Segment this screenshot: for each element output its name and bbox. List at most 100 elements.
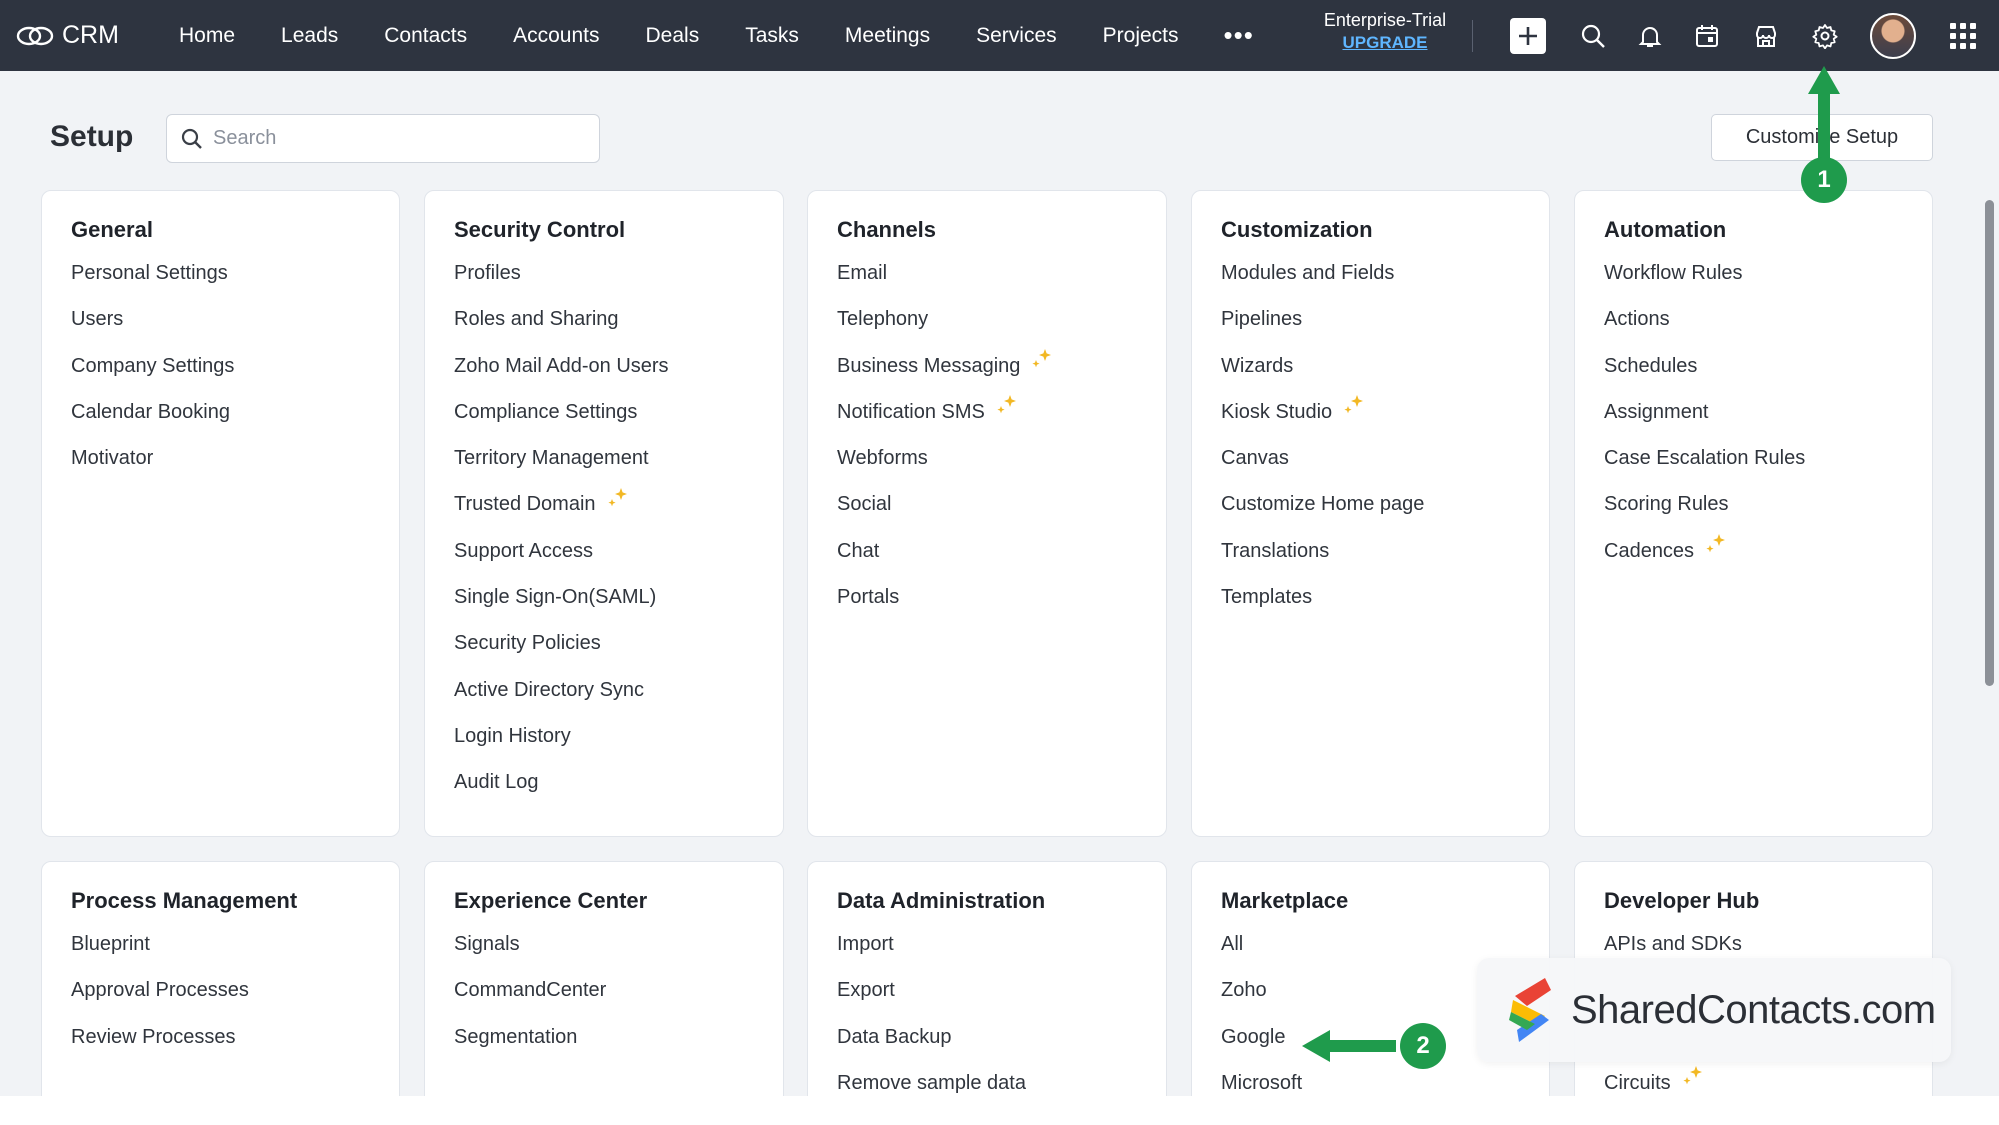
setup-link-export[interactable]: Export — [837, 967, 1137, 1013]
nav-deals[interactable]: Deals — [623, 0, 723, 71]
annotation-arrow-left — [1302, 1030, 1396, 1062]
setup-link-roles-and-sharing[interactable]: Roles and Sharing — [454, 296, 754, 342]
card-title: Marketplace — [1221, 888, 1349, 913]
setup-link-calendar-booking[interactable]: Calendar Booking — [71, 389, 370, 435]
setup-link-customize-home-page[interactable]: Customize Home page — [1221, 481, 1520, 527]
nav-contacts[interactable]: Contacts — [361, 0, 490, 71]
card-data-administration: Data Administration Import Export Data B… — [807, 861, 1167, 1125]
setup-link-actions[interactable]: Actions — [1604, 296, 1903, 342]
setup-link-personal-settings[interactable]: Personal Settings — [71, 250, 370, 296]
setup-link-wizards[interactable]: Wizards — [1221, 343, 1520, 389]
setup-link-canvas[interactable]: Canvas — [1221, 435, 1520, 481]
sparkle-icon — [607, 487, 627, 506]
setup-link-zoho-mail-addon-users[interactable]: Zoho Mail Add-on Users — [454, 343, 754, 389]
card-general: General Personal Settings Users Company … — [41, 190, 400, 837]
brand-name: CRM — [62, 21, 119, 49]
setup-link-audit-log[interactable]: Audit Log — [454, 759, 754, 805]
marketplace-button[interactable] — [1752, 22, 1780, 50]
setup-button[interactable] — [1811, 22, 1839, 50]
nav-meetings[interactable]: Meetings — [822, 0, 953, 71]
setup-link-cadences[interactable]: Cadences — [1604, 528, 1903, 574]
setup-link-marketplace-zoho[interactable]: Zoho — [1221, 967, 1520, 1013]
upgrade-link[interactable]: UPGRADE — [1300, 33, 1470, 53]
setup-link-approval-processes[interactable]: Approval Processes — [71, 967, 370, 1013]
card-title: Developer Hub — [1604, 888, 1760, 913]
setup-link-import[interactable]: Import — [837, 921, 1137, 967]
sparkle-icon — [1032, 348, 1052, 367]
setup-link-social[interactable]: Social — [837, 481, 1137, 527]
setup-link-motivator[interactable]: Motivator — [71, 435, 370, 481]
setup-link-email[interactable]: Email — [837, 250, 1137, 296]
card-channels: Channels Email Telephony Business Messag… — [807, 190, 1167, 837]
card-title: Data Administration — [837, 888, 1046, 913]
setup-link-schedules[interactable]: Schedules — [1604, 343, 1903, 389]
card-automation: Automation Workflow Rules Actions Schedu… — [1574, 190, 1933, 837]
setup-link-scoring-rules[interactable]: Scoring Rules — [1604, 481, 1903, 527]
setup-link-pipelines[interactable]: Pipelines — [1221, 296, 1520, 342]
add-icon — [1519, 27, 1537, 45]
annotation-badge-1: 1 — [1801, 157, 1847, 203]
scrollbar-thumb[interactable] — [1985, 200, 1994, 686]
setup-link-assignment[interactable]: Assignment — [1604, 389, 1903, 435]
crm-logo-icon — [16, 26, 54, 45]
setup-link-support-access[interactable]: Support Access — [454, 528, 754, 574]
nav-projects[interactable]: Projects — [1080, 0, 1202, 71]
setup-link-signals[interactable]: Signals — [454, 921, 754, 967]
setup-link-kiosk-studio[interactable]: Kiosk Studio — [1221, 389, 1520, 435]
setup-link-notification-sms[interactable]: Notification SMS — [837, 389, 1137, 435]
setup-link-business-messaging[interactable]: Business Messaging — [837, 343, 1137, 389]
setup-link-compliance-settings[interactable]: Compliance Settings — [454, 389, 754, 435]
setup-link-templates[interactable]: Templates — [1221, 574, 1520, 620]
bottom-strip — [0, 1096, 1999, 1125]
search-button[interactable] — [1579, 22, 1607, 50]
nav-leads[interactable]: Leads — [258, 0, 361, 71]
setup-link-territory-management[interactable]: Territory Management — [454, 435, 754, 481]
setup-link-blueprint[interactable]: Blueprint — [71, 921, 370, 967]
add-button[interactable] — [1510, 18, 1546, 54]
card-title: Channels — [837, 217, 937, 242]
setup-link-users[interactable]: Users — [71, 296, 370, 342]
nav-home[interactable]: Home — [156, 0, 258, 71]
setup-link-security-policies[interactable]: Security Policies — [454, 620, 754, 666]
calendar-button[interactable] — [1693, 22, 1721, 50]
setup-link-trusted-domain[interactable]: Trusted Domain — [454, 481, 754, 527]
setup-link-translations[interactable]: Translations — [1221, 528, 1520, 574]
main-nav: Home Leads Contacts Accounts Deals Tasks… — [156, 0, 1276, 71]
setup-link-modules-and-fields[interactable]: Modules and Fields — [1221, 250, 1520, 296]
brand[interactable]: CRM — [16, 21, 156, 51]
setup-link-webforms[interactable]: Webforms — [837, 435, 1137, 481]
setup-link-commandcenter[interactable]: CommandCenter — [454, 967, 754, 1013]
setup-link-marketplace-all[interactable]: All — [1221, 921, 1520, 967]
nav-services[interactable]: Services — [953, 0, 1080, 71]
user-avatar[interactable] — [1870, 13, 1916, 59]
annotation-badge-2: 2 — [1400, 1023, 1446, 1069]
setup-link-portals[interactable]: Portals — [837, 574, 1137, 620]
sparkle-icon — [1706, 533, 1726, 553]
nav-accounts[interactable]: Accounts — [490, 0, 622, 71]
gear-icon — [1812, 24, 1838, 49]
nav-tasks[interactable]: Tasks — [722, 0, 822, 71]
setup-link-login-history[interactable]: Login History — [454, 713, 754, 759]
setup-link-active-directory-sync[interactable]: Active Directory Sync — [454, 667, 754, 713]
setup-link-workflow-rules[interactable]: Workflow Rules — [1604, 250, 1903, 296]
search-icon — [1581, 24, 1605, 48]
marketplace-icon — [1756, 26, 1776, 47]
nav-more-button[interactable]: ••• — [1202, 20, 1276, 51]
setup-link-chat[interactable]: Chat — [837, 528, 1137, 574]
card-customization: Customization Modules and Fields Pipelin… — [1191, 190, 1550, 837]
setup-link-company-settings[interactable]: Company Settings — [71, 343, 370, 389]
setup-link-case-escalation-rules[interactable]: Case Escalation Rules — [1604, 435, 1903, 481]
search-input[interactable] — [213, 127, 583, 150]
sharedcontacts-logo-icon — [1509, 978, 1551, 1042]
top-nav-bar: CRM Home Leads Contacts Accounts Deals T… — [0, 0, 1999, 71]
setup-link-segmentation[interactable]: Segmentation — [454, 1014, 754, 1060]
setup-link-profiles[interactable]: Profiles — [454, 250, 754, 296]
search-field[interactable] — [166, 114, 600, 163]
card-experience-center: Experience Center Signals CommandCenter … — [424, 861, 784, 1125]
notifications-button[interactable] — [1636, 22, 1664, 50]
setup-link-single-sign-on[interactable]: Single Sign-On(SAML) — [454, 574, 754, 620]
setup-link-data-backup[interactable]: Data Backup — [837, 1014, 1137, 1060]
setup-link-review-processes[interactable]: Review Processes — [71, 1014, 370, 1060]
apps-grid-icon[interactable] — [1950, 23, 1976, 49]
setup-link-telephony[interactable]: Telephony — [837, 296, 1137, 342]
